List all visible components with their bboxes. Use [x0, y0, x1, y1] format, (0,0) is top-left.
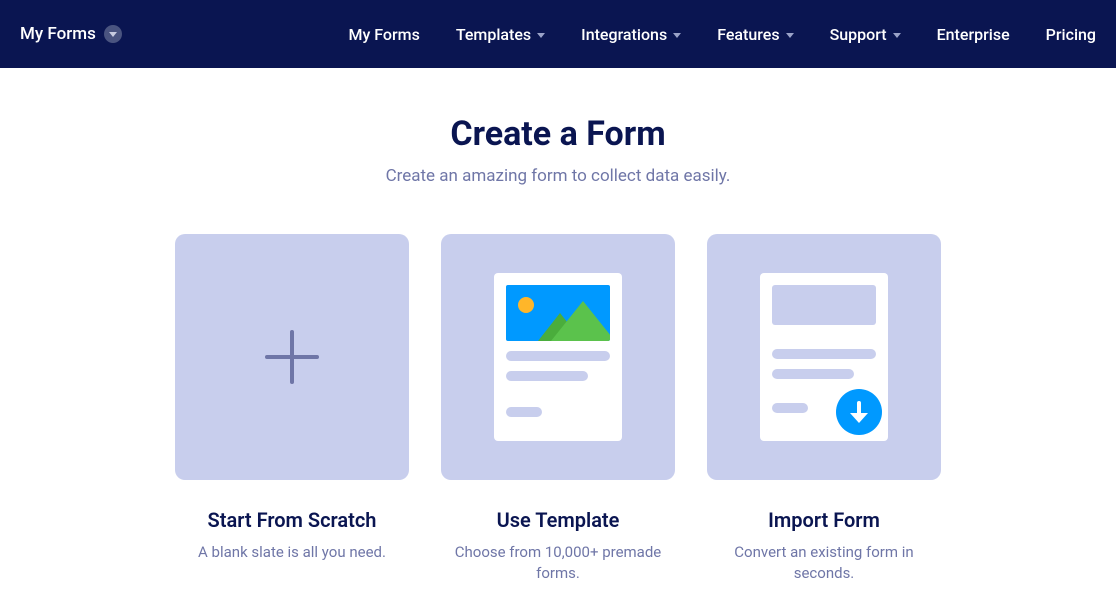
card-title: Use Template	[441, 508, 675, 532]
placeholder-bar	[772, 349, 876, 359]
placeholder-bar	[506, 407, 542, 417]
nav-label: Integrations	[581, 25, 667, 44]
plus-icon	[265, 330, 319, 384]
nav-right: My Forms Templates Integrations Features…	[348, 25, 1096, 44]
nav-label: My Forms	[348, 25, 419, 44]
template-document-icon	[494, 273, 622, 441]
page-content: Create a Form Create an amazing form to …	[0, 68, 1116, 584]
placeholder-bar	[772, 369, 854, 379]
nav-label: Features	[717, 25, 779, 44]
nav-item-support[interactable]: Support	[830, 25, 901, 44]
card-use-template[interactable]: Use Template Choose from 10,000+ premade…	[441, 234, 675, 584]
cards-container: Start From Scratch A blank slate is all …	[0, 234, 1116, 584]
nav-item-pricing[interactable]: Pricing	[1046, 25, 1096, 44]
download-icon	[836, 389, 882, 435]
nav-label: Support	[830, 25, 887, 44]
nav-label: Enterprise	[937, 25, 1010, 44]
chevron-down-icon	[893, 33, 901, 38]
import-document-icon	[760, 273, 888, 441]
chevron-down-icon	[104, 25, 122, 43]
navbar: My Forms My Forms Templates Integrations…	[0, 0, 1116, 68]
card-title: Import Form	[707, 508, 941, 532]
placeholder-bar	[772, 403, 808, 413]
card-tile	[441, 234, 675, 480]
sun-icon	[518, 297, 534, 313]
nav-label: Templates	[456, 25, 531, 44]
image-placeholder-icon	[506, 285, 610, 341]
nav-item-features[interactable]: Features	[717, 25, 793, 44]
page-title: Create a Form	[0, 114, 1116, 154]
placeholder-bar	[506, 371, 588, 381]
card-description: Choose from 10,000+ premade forms.	[441, 542, 675, 584]
nav-my-forms-dropdown[interactable]: My Forms	[20, 24, 122, 44]
nav-item-integrations[interactable]: Integrations	[581, 25, 681, 44]
nav-item-enterprise[interactable]: Enterprise	[937, 25, 1010, 44]
card-start-from-scratch[interactable]: Start From Scratch A blank slate is all …	[175, 234, 409, 584]
card-description: A blank slate is all you need.	[175, 542, 409, 563]
nav-item-my-forms[interactable]: My Forms	[348, 25, 419, 44]
card-description: Convert an existing form in seconds.	[707, 542, 941, 584]
chevron-down-icon	[673, 33, 681, 38]
nav-left-label: My Forms	[20, 24, 96, 44]
card-tile	[707, 234, 941, 480]
chevron-down-icon	[786, 33, 794, 38]
nav-item-templates[interactable]: Templates	[456, 25, 545, 44]
mountain-icon	[551, 301, 610, 341]
page-subtitle: Create an amazing form to collect data e…	[0, 166, 1116, 186]
card-title: Start From Scratch	[175, 508, 409, 532]
placeholder-rect	[772, 285, 876, 325]
card-import-form[interactable]: Import Form Convert an existing form in …	[707, 234, 941, 584]
chevron-down-icon	[537, 33, 545, 38]
placeholder-bar	[506, 351, 610, 361]
card-tile	[175, 234, 409, 480]
nav-label: Pricing	[1046, 25, 1096, 44]
